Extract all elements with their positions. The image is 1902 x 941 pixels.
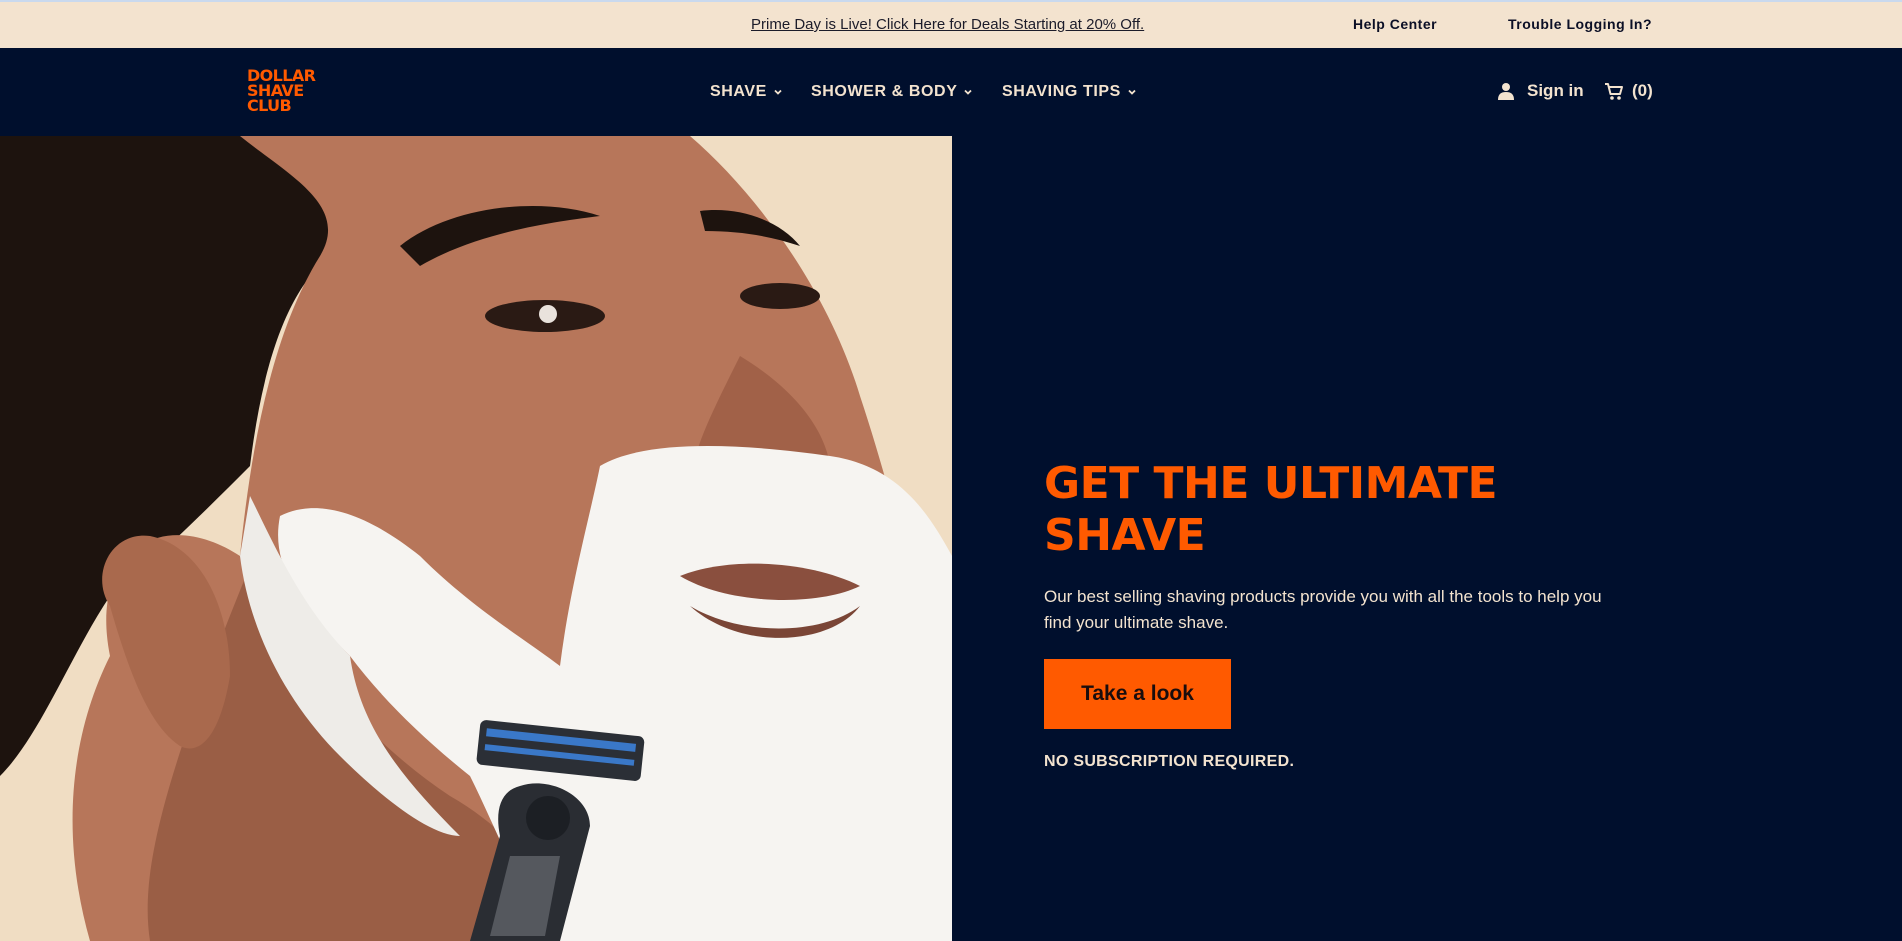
chevron-down-icon <box>1128 89 1136 95</box>
hero-image <box>0 136 952 941</box>
nav-shower-body[interactable]: SHOWER & BODY <box>811 83 973 101</box>
logo-line-3: CLUB <box>247 96 292 115</box>
hero-title-line-2: SHAVE <box>1044 510 1206 561</box>
promo-bar: Prime Day is Live! Click Here for Deals … <box>0 0 1902 48</box>
nav-shave[interactable]: SHAVE <box>710 83 783 101</box>
main-nav: DOLLAR SHAVE CLUB SHAVE SHOWER & BODY SH… <box>0 48 1902 136</box>
cart-icon <box>1605 82 1623 100</box>
chevron-down-icon <box>774 89 782 95</box>
nav-shaving-tips[interactable]: SHAVING TIPS <box>1002 83 1137 101</box>
sign-in-link[interactable]: Sign in <box>1497 81 1584 101</box>
cart-count: (0) <box>1632 81 1653 100</box>
chevron-down-icon <box>964 89 973 95</box>
nav-shower-body-label: SHOWER & BODY <box>811 83 958 100</box>
no-subscription-note: NO SUBSCRIPTION REQUIRED. <box>1044 753 1295 770</box>
hero-panel: GET THE ULTIMATE SHAVE Our best selling … <box>952 136 1902 941</box>
trouble-logging-in-link[interactable]: Trouble Logging In? <box>1508 16 1652 32</box>
hero-title-line-1: GET THE ULTIMATE <box>1044 458 1498 509</box>
prime-day-deals-link[interactable]: Prime Day is Live! Click Here for Deals … <box>751 16 1144 33</box>
cart-button[interactable]: (0) <box>1604 81 1653 101</box>
nav-shaving-tips-label: SHAVING TIPS <box>1002 83 1121 100</box>
user-icon <box>1498 83 1514 100</box>
hero-description: Our best selling shaving products provid… <box>1044 587 1602 632</box>
take-a-look-button[interactable]: Take a look <box>1044 659 1231 729</box>
sign-in-label: Sign in <box>1527 81 1584 100</box>
help-center-link[interactable]: Help Center <box>1353 16 1437 32</box>
hero-title: GET THE ULTIMATE SHAVE <box>1044 458 1604 562</box>
nav-shave-label: SHAVE <box>710 83 767 100</box>
dollar-shave-club-logo[interactable]: DOLLAR SHAVE CLUB <box>247 68 327 118</box>
man-shaving-illustration <box>0 136 952 941</box>
